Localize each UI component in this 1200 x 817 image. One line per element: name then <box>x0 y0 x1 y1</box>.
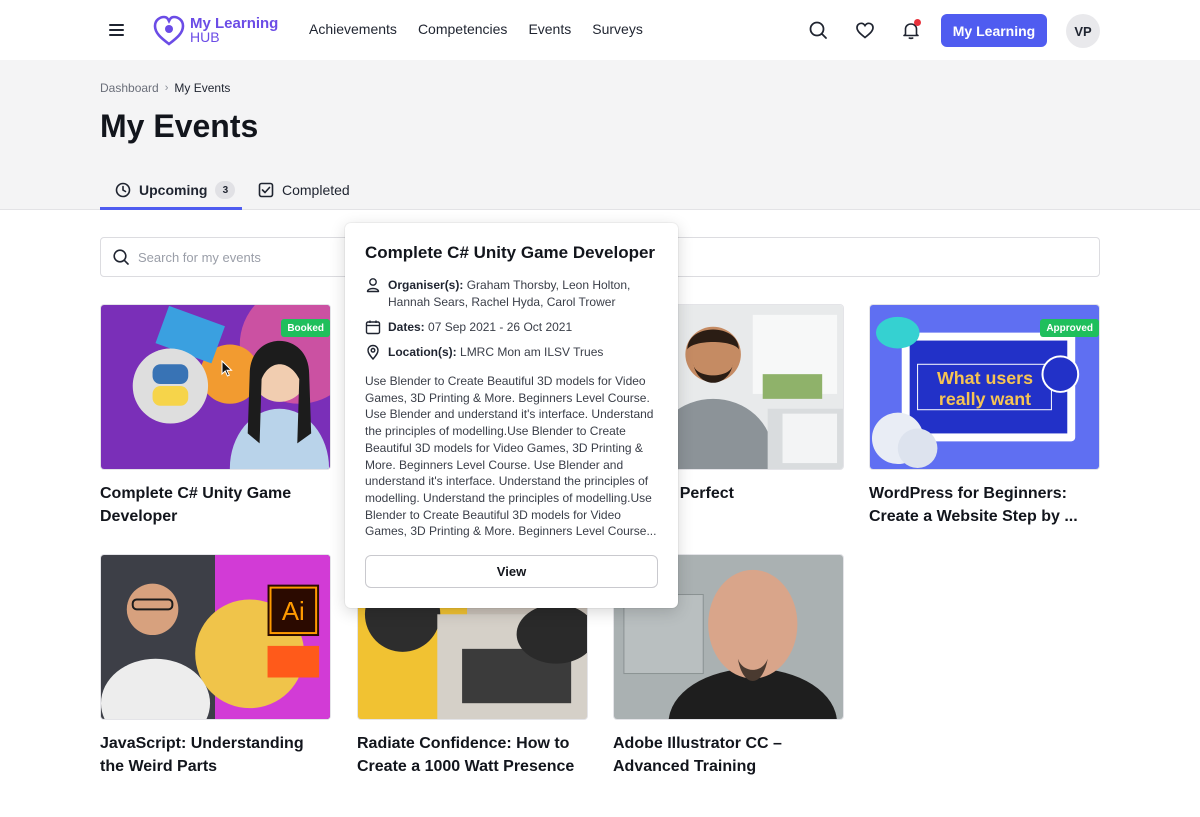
thumb-text-line1: What users <box>937 368 1033 388</box>
event-title: WordPress for Beginners: Create a Websit… <box>869 485 1078 525</box>
dates-value: 07 Sep 2021 - 26 Oct 2021 <box>428 320 573 334</box>
popover-description: Use Blender to Create Beautiful 3D model… <box>365 374 657 539</box>
event-title: JavaScript: Understanding the Weird Part… <box>100 735 304 775</box>
event-thumbnail: Ai <box>100 554 331 720</box>
thumb-text-line2: really want <box>939 389 1031 409</box>
notification-dot <box>914 19 921 26</box>
logo-icon <box>153 15 185 46</box>
event-card[interactable]: What users really want Approved WordPres… <box>869 304 1100 528</box>
tab-completed[interactable]: Completed <box>258 170 350 210</box>
dates-label: Dates: <box>388 320 425 334</box>
avatar[interactable]: VP <box>1066 14 1100 48</box>
top-navigation-bar: My Learning HUB Achievements Competencie… <box>0 0 1200 60</box>
search-icon[interactable] <box>807 19 829 41</box>
breadcrumb-current: My Events <box>174 81 231 95</box>
tab-upcoming-label: Upcoming <box>139 182 208 198</box>
nav-competencies[interactable]: Competencies <box>418 21 508 37</box>
location-label: Location(s): <box>388 345 457 359</box>
logo[interactable]: My Learning HUB <box>152 12 278 48</box>
location-value: LMRC Mon am ILSV Trues <box>460 345 604 359</box>
nav-events[interactable]: Events <box>528 21 571 37</box>
popover-title: Complete C# Unity Game Developer <box>365 243 656 262</box>
logo-text-line2: HUB <box>190 28 220 45</box>
event-thumbnail: Booked <box>100 304 331 470</box>
status-badge: Approved <box>1040 319 1099 337</box>
my-learning-button[interactable]: My Learning <box>941 14 1047 47</box>
nav-surveys[interactable]: Surveys <box>592 21 643 37</box>
bell-icon[interactable] <box>900 19 922 41</box>
tab-upcoming[interactable]: Upcoming 3 <box>115 170 236 210</box>
status-badge: Booked <box>281 319 330 337</box>
checkbox-icon <box>258 182 274 198</box>
event-title: Radiate Confidence: How to Create a 1000… <box>357 735 575 775</box>
popover-organisers: Organiser(s): Graham Thorsby, Leon Holto… <box>365 277 658 311</box>
breadcrumb: Dashboard › My Events <box>100 81 230 95</box>
heart-icon[interactable] <box>854 19 876 41</box>
organisers-label: Organiser(s): <box>388 278 464 292</box>
event-title: Complete C# Unity Game Developer <box>100 485 292 525</box>
active-tab-indicator <box>100 207 242 210</box>
main-nav: Achievements Competencies Events Surveys <box>309 21 643 37</box>
thumb-text-ai: Ai <box>282 598 305 626</box>
event-card[interactable]: Ai JavaScript: Understanding the Weird P… <box>100 554 331 778</box>
location-pin-icon <box>367 344 379 360</box>
breadcrumb-dashboard[interactable]: Dashboard <box>100 81 159 95</box>
cursor-icon <box>221 360 233 377</box>
page-title: My Events <box>100 108 259 144</box>
chevron-right-icon: › <box>164 82 169 94</box>
popover-location: Location(s): LMRC Mon am ILSV Trues <box>365 344 658 361</box>
event-card[interactable]: Booked Complete C# Unity Game Developer <box>100 304 331 528</box>
clock-icon <box>115 182 131 198</box>
tab-completed-label: Completed <box>282 182 350 198</box>
event-thumbnail: What users really want Approved <box>869 304 1100 470</box>
user-icon <box>366 278 380 293</box>
tab-upcoming-count: 3 <box>215 181 236 199</box>
menu-icon[interactable] <box>107 20 127 40</box>
event-title: Adobe Illustrator CC – Advanced Training <box>613 735 782 775</box>
event-details-popover: Complete C# Unity Game Developer Organis… <box>345 223 678 608</box>
view-button[interactable]: View <box>365 555 658 588</box>
nav-achievements[interactable]: Achievements <box>309 21 397 37</box>
calendar-icon <box>365 320 381 335</box>
search-icon <box>113 249 129 265</box>
popover-dates: Dates: 07 Sep 2021 - 26 Oct 2021 <box>365 319 658 336</box>
